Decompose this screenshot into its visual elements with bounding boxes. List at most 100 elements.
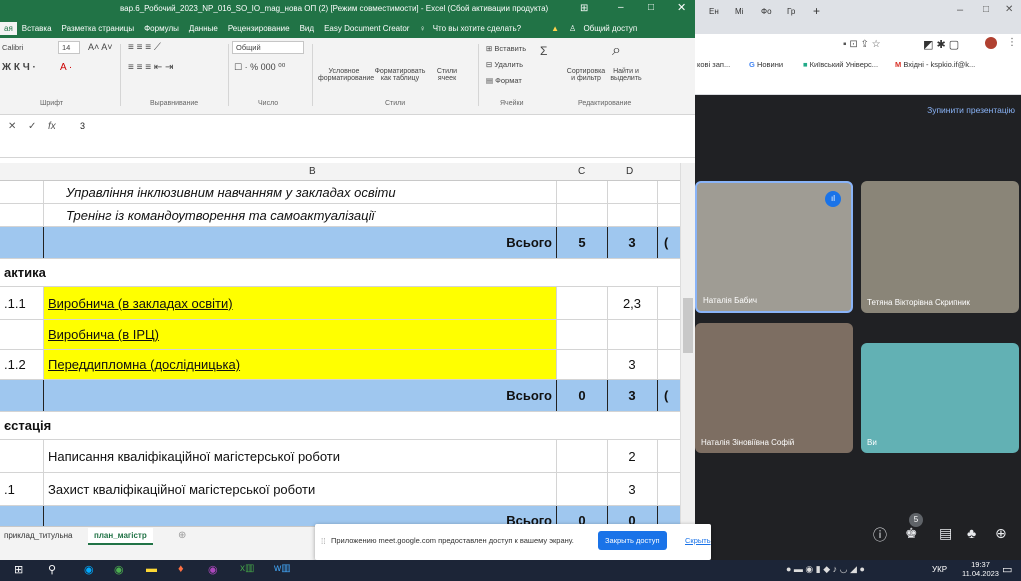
cell-a[interactable]: актика [4,259,204,286]
cell-a[interactable]: .1.2 [4,350,42,379]
cell-a[interactable] [4,204,42,226]
bookmark-news[interactable]: G Новини [749,60,783,69]
find-select-button[interactable]: Найти и выделить [606,68,646,82]
cell-d[interactable] [608,320,656,349]
cell-e[interactable] [664,320,678,349]
cell-e[interactable] [664,181,678,203]
font-grow-icon[interactable]: A˄ A˅ [88,42,113,52]
bookmark-university[interactable]: ■ Київський Універс... [803,60,878,69]
chat-icon[interactable]: ▤ [939,525,952,542]
cell-a[interactable] [4,181,42,203]
participant-tile-self[interactable]: Ви [861,343,1019,453]
fx-icon[interactable]: fx [48,121,56,132]
tab-page-layout[interactable]: Разметка страницы [62,24,135,33]
number-format-select[interactable]: Общий [232,41,304,54]
start-icon[interactable]: ⊞ [14,563,23,576]
confirm-icon[interactable]: ✓ [28,121,36,132]
info-icon[interactable]: ⓘ [873,525,887,545]
cell-d[interactable]: 2 [608,440,656,472]
cell-d[interactable]: 3 [608,350,656,379]
cell-d[interactable] [608,181,656,203]
cell-b[interactable]: Захист кваліфікаційної магістерської роб… [44,473,556,505]
column-d-header[interactable]: D [626,166,633,177]
hide-link[interactable]: Скрыть [685,536,711,545]
cell-a[interactable]: .1.1 [4,287,42,319]
column-c-header[interactable]: C [578,166,585,177]
extension-icons[interactable]: ▪ ⊡ ⇪ ☆ [843,39,881,50]
participant-tile-1[interactable]: ıl Наталія Бабич [695,181,853,313]
cell-a[interactable] [4,440,42,472]
cancel-icon[interactable]: ✕ [8,121,16,132]
sheet-tab-plan[interactable]: план_магістр [88,528,153,545]
share-button[interactable]: ♙ Общий доступ [569,24,642,33]
cell-d[interactable] [608,204,656,226]
cell-a[interactable]: єстація [4,412,204,439]
cell-b[interactable]: Тренінг із командоутворення та самоактуа… [44,204,556,226]
cell-b[interactable]: Всього [44,227,556,258]
tab-m[interactable]: Мі [735,7,743,16]
minimize-icon[interactable]: – [957,4,963,16]
cell-a[interactable]: .1 [4,473,42,505]
people-icon[interactable]: ♚ [905,525,918,542]
cell-d[interactable]: 3 [608,380,656,411]
language-indicator[interactable]: УКР [932,565,947,574]
cell-a[interactable] [4,506,42,526]
autosum-icon[interactable]: Σ [540,44,547,58]
tab-view[interactable]: Вид [300,24,314,33]
word-taskbar-icon[interactable]: w▥ [274,563,291,574]
cell-c[interactable]: 0 [557,380,607,411]
tab-formulas[interactable]: Формулы [144,24,179,33]
notifications-icon[interactable]: ▭ [1002,563,1012,576]
host-controls-icon[interactable]: ⊕ [995,525,1007,542]
extension-puzzle-icon[interactable]: ◩ ✱ ▢ [923,38,959,51]
app-icon[interactable]: ♦ [178,563,184,575]
tab-ya[interactable]: Ен [709,7,719,16]
cell-d[interactable]: 2,3 [608,287,656,319]
cell-c[interactable]: 0 [557,506,607,526]
cell-e[interactable] [664,473,678,505]
tab-review[interactable]: Рецензирование [228,24,290,33]
cell-b[interactable]: Написання кваліфікаційної магістерської … [44,440,556,472]
cell-a[interactable] [4,380,42,411]
scroll-thumb[interactable] [683,298,693,353]
insert-cells-button[interactable]: ⊞ Вставить [486,44,526,53]
tab-fo[interactable]: Фо [761,7,772,16]
close-icon[interactable]: ✕ [1005,4,1013,15]
column-b-header[interactable]: B [309,166,316,177]
conditional-format-button[interactable]: Условное форматирование [318,68,374,82]
cell-b[interactable]: Переддипломна (дослідницька) [44,350,556,379]
cell-e[interactable]: ( [664,380,678,411]
percent-icon[interactable]: ☐ · % 000 ⁰⁰ [234,62,285,73]
vertical-scrollbar[interactable] [680,163,695,526]
folder-icon[interactable]: ▬ [146,563,157,575]
cell-e[interactable] [664,287,678,319]
cell-b[interactable]: Всього [44,380,556,411]
edge-icon[interactable]: ◉ [84,563,94,576]
maximize-icon[interactable]: □ [983,4,989,15]
avatar[interactable] [985,37,997,49]
tell-me-search[interactable]: ♀ Что вы хотите сделать? [419,24,526,33]
cell-b[interactable]: Управління інклюзивним навчанням у закла… [44,181,556,203]
bookmark-gmail[interactable]: M Вхідні - kspkio.if@k... [895,60,975,69]
cell-c[interactable] [557,287,607,319]
align-top-icon[interactable]: ≡ ≡ ≡ ⟋ [128,42,161,53]
cell-c[interactable] [557,473,607,505]
search-icon[interactable]: ⚲ [48,563,56,576]
bookmark-1[interactable]: кові зап... [697,60,730,69]
cell-c[interactable] [557,440,607,472]
cell-d[interactable]: 3 [608,227,656,258]
cell-c[interactable]: 5 [557,227,607,258]
cell-b[interactable]: Виробнича (в ІРЦ) [44,320,556,349]
tab-data[interactable]: Данные [189,24,218,33]
format-table-button[interactable]: Форматировать как таблицу [374,68,426,82]
cell-b[interactable]: Виробнича (в закладах освіти) [44,287,556,319]
align-center-icon[interactable]: ≡ ≡ ≡ ⇤ ⇥ [128,62,173,73]
maximize-icon[interactable]: □ [648,2,654,13]
tab-easy-doc[interactable]: Easy Document Creator [324,24,409,33]
add-sheet-icon[interactable]: ⊕ [178,530,186,541]
formula-value[interactable]: 3 [80,121,85,131]
format-cells-button[interactable]: ▤ Формат [486,76,522,85]
drag-handle-icon[interactable]: ⁞⁞ [321,537,325,546]
viber-icon[interactable]: ◉ [208,563,218,576]
find-icon[interactable]: ⌕ [612,42,621,60]
